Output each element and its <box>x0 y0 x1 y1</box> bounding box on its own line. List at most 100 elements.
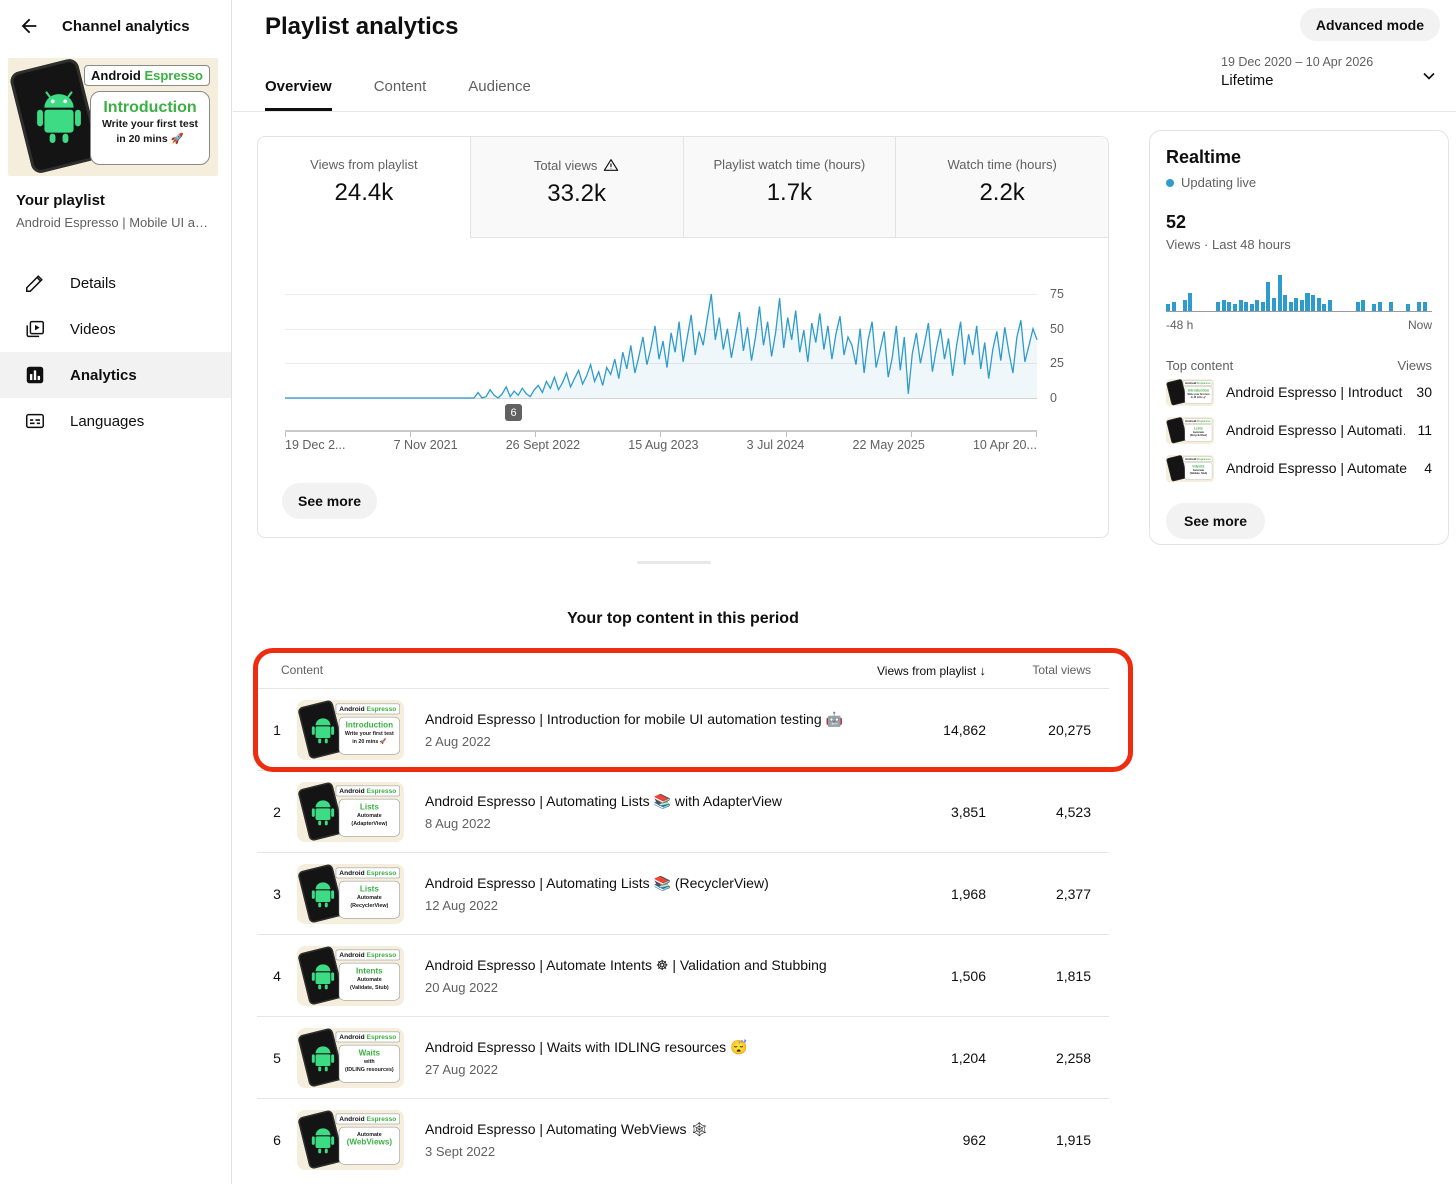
date-period-text: Lifetime <box>1221 72 1274 89</box>
video-date: 12 Aug 2022 <box>425 897 499 913</box>
main-content: Playlist analytics Advanced mode Overvie… <box>233 0 1456 1184</box>
page-title: Playlist analytics <box>265 13 459 40</box>
realtime-views-count: 52 <box>1166 212 1187 232</box>
views-from-playlist-value: 14,862 <box>943 721 986 738</box>
total-views-value: 2,377 <box>1055 885 1091 902</box>
playlist-thumbnail: Android Espresso Introduction Write your… <box>8 58 218 176</box>
views-from-playlist-value: 3,851 <box>950 803 986 820</box>
video-title: Android Espresso | Automati… <box>1226 422 1406 438</box>
y-axis-tick: 75 <box>1050 287 1064 301</box>
video-thumbnail: Android Espresso Introduction Write your … <box>1166 378 1214 406</box>
metric-playlist-watch-time[interactable]: Playlist watch time (hours) 1.7k <box>682 137 896 238</box>
column-total-views[interactable]: Total views <box>986 663 1091 677</box>
video-thumbnail: Android Espresso Lists Automate (AdapterVi… <box>297 781 404 842</box>
realtime-item[interactable]: Android Espresso Lists Automate (RecyclerV… <box>1166 411 1432 449</box>
video-thumbnail: Android Espresso Lists Automate (RecyclerV… <box>297 863 404 924</box>
metric-total-views[interactable]: Total views 33.2k <box>469 137 683 238</box>
total-views-value: 1,915 <box>1055 1131 1091 1148</box>
metric-views-from-playlist[interactable]: Views from playlist 24.4k <box>258 137 470 238</box>
sidebar-item-analytics[interactable]: Analytics <box>0 352 231 398</box>
row-rank: 6 <box>273 1131 281 1148</box>
tab-content[interactable]: Content <box>374 78 427 111</box>
video-views: 11 <box>1417 422 1432 438</box>
table-row[interactable]: 3 Android Espresso Lists Automate (Recycle… <box>257 852 1109 934</box>
tab-bar: Overview Content Audience <box>265 78 531 111</box>
live-dot-icon <box>1166 178 1174 187</box>
tab-overview[interactable]: Overview <box>265 78 332 111</box>
realtime-bar-chart <box>1166 274 1432 312</box>
axis-ticks <box>285 432 1037 437</box>
sidebar-item-label: Analytics <box>70 366 137 384</box>
realtime-see-more-button[interactable]: See more <box>1166 503 1266 539</box>
table-header: Content Views from playlist ↓ Total view… <box>257 652 1109 688</box>
video-date: 8 Aug 2022 <box>425 815 491 831</box>
video-date: 3 Sept 2022 <box>425 1143 496 1159</box>
row-rank: 1 <box>273 721 281 738</box>
video-title: Android Espresso | Automating WebViews 🕸 <box>425 1121 709 1138</box>
y-axis-tick: 25 <box>1050 356 1064 370</box>
video-title: Android Espresso | Automating Lists 📚 (R… <box>425 875 769 892</box>
android-robot-icon <box>37 91 81 144</box>
table-row[interactable]: 1 Android Espresso Introduction Write you… <box>257 688 1109 770</box>
chevron-down-icon[interactable] <box>1419 66 1439 86</box>
video-thumbnail: Android Espresso Automate (WebViews) <box>297 1109 404 1170</box>
updating-live-label: Updating live <box>1181 175 1257 190</box>
table-row[interactable]: 6 Android Espresso Automate (WebViews) An… <box>257 1098 1109 1180</box>
date-range-text: 19 Dec 2020 – 10 Apr 2026 <box>1221 55 1374 69</box>
sidebar-item-languages[interactable]: Languages <box>0 398 231 444</box>
video-title: Android Espresso | Waits with IDLING res… <box>425 1039 748 1056</box>
table-row[interactable]: 4 Android Espresso Intents Automate (Valid… <box>257 934 1109 1016</box>
video-views: 4 <box>1424 460 1432 476</box>
sidebar: Channel analytics Android Espresso Intro… <box>0 0 232 1184</box>
realtime-item[interactable]: Android Espresso Intents Automate (Validat… <box>1166 449 1432 487</box>
thumb-brand-label: Android Espresso <box>84 65 210 86</box>
playlist-name: Android Espresso | Mobile UI autom… <box>16 215 215 230</box>
column-views-from-playlist[interactable]: Views from playlist ↓ <box>866 663 986 678</box>
axis-start-label: -48 h <box>1166 318 1194 332</box>
date-range-selector[interactable]: 19 Dec 2020 – 10 Apr 2026 Lifetime <box>1221 55 1373 89</box>
y-axis-tick: 0 <box>1050 391 1057 405</box>
sidebar-item-label: Videos <box>70 320 116 338</box>
advanced-mode-button[interactable]: Advanced mode <box>1299 8 1440 41</box>
y-axis-tick: 50 <box>1050 322 1064 336</box>
realtime-item[interactable]: Android Espresso Introduction Write your … <box>1166 373 1432 411</box>
metric-watch-time[interactable]: Watch time (hours) 2.2k <box>895 137 1108 238</box>
back-label[interactable]: Channel analytics <box>62 18 190 35</box>
back-arrow-icon[interactable] <box>18 14 42 38</box>
sidebar-item-details[interactable]: Details <box>0 260 231 306</box>
total-views-value: 4,523 <box>1055 803 1091 820</box>
top-content-title: Your top content in this period <box>567 610 799 627</box>
row-rank: 4 <box>273 967 281 984</box>
views-from-playlist-value: 962 <box>962 1131 986 1148</box>
video-thumbnail: Android Espresso Waits with (IDLING resour… <box>297 1027 404 1088</box>
views-column-label: Views <box>1397 358 1432 373</box>
captions-icon <box>26 413 44 429</box>
pencil-icon <box>26 275 43 292</box>
axis-end-label: Now <box>1407 318 1432 332</box>
sidebar-item-videos[interactable]: Videos <box>0 306 231 352</box>
tab-audience[interactable]: Audience <box>468 78 531 111</box>
thumb-title-panel: Introduction Write your first test in 20… <box>90 91 210 165</box>
views-trend-chart[interactable] <box>285 288 1037 402</box>
row-rank: 5 <box>273 1049 281 1066</box>
video-thumbnail: Android Espresso Introduction Write your … <box>297 699 404 760</box>
your-playlist-label: Your playlist <box>16 192 105 209</box>
analytics-chart-card: Views from playlist 24.4k Total views 33… <box>257 136 1109 538</box>
total-views-value: 20,275 <box>1048 721 1091 738</box>
scroll-handle[interactable] <box>637 561 711 564</box>
video-title: Android Espresso | Automate Intents ☸ | … <box>425 957 827 974</box>
video-date: 20 Aug 2022 <box>425 979 499 995</box>
video-views: 30 <box>1416 384 1432 400</box>
realtime-views-subtitle: Views · Last 48 hours <box>1166 237 1291 252</box>
sidebar-item-label: Details <box>70 274 116 292</box>
sidebar-item-label: Languages <box>70 412 145 430</box>
video-title: Android Espresso | Automate … <box>1226 460 1413 476</box>
table-row[interactable]: 5 Android Espresso Waits with (IDLING reso… <box>257 1016 1109 1098</box>
column-content: Content <box>281 663 324 677</box>
table-row[interactable]: 2 Android Espresso Lists Automate (Adapter… <box>257 770 1109 852</box>
realtime-title: Realtime <box>1166 147 1242 167</box>
see-more-button[interactable]: See more <box>282 483 378 519</box>
videos-icon <box>26 320 44 338</box>
analytics-icon <box>26 366 44 384</box>
metric-tabs: Views from playlist 24.4k Total views 33… <box>258 137 1108 238</box>
